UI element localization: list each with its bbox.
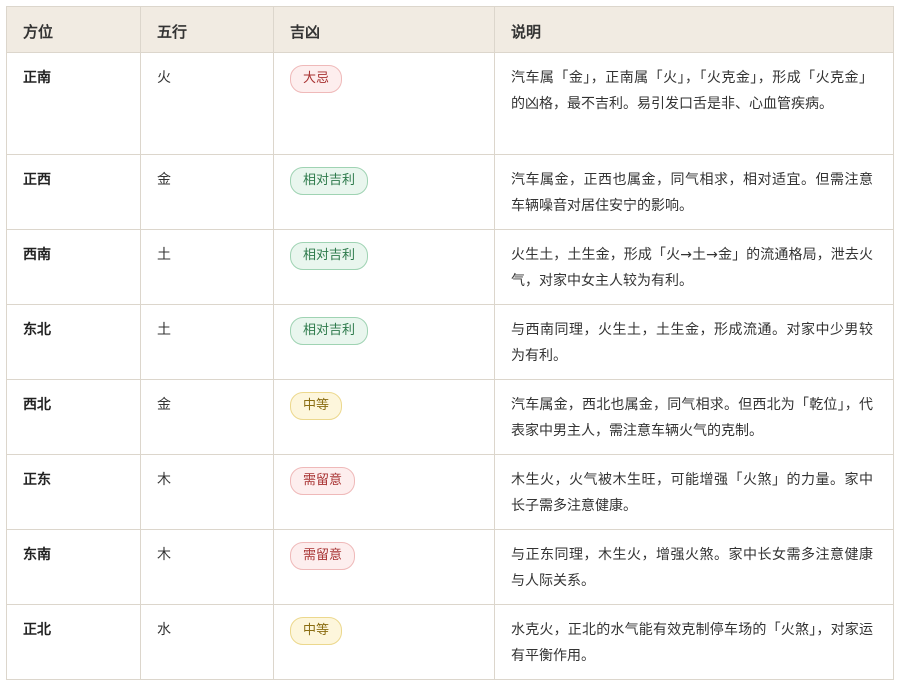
element-cell: 木 <box>140 454 274 530</box>
fortune-badge: 中等 <box>290 392 343 420</box>
element-cell: 金 <box>140 379 274 455</box>
element-cell: 火 <box>140 52 274 155</box>
fortune-badge: 相对吉利 <box>290 167 369 195</box>
table-row: 正北 水 中等 水克火，正北的水气能有效克制停车场的「火煞」，对家运有平衡作用。 <box>6 604 894 680</box>
description-cell: 汽车属「金」，正南属「火」，「火克金」，形成「火克金」的凶格，最不吉利。易引发口… <box>494 52 894 155</box>
direction-cell: 东北 <box>6 304 141 380</box>
direction-cell: 西南 <box>6 229 141 305</box>
table-row: 西南 土 相对吉利 火生土，土生金，形成「火→土→金」的流通格局，泄去火气，对家… <box>6 229 894 305</box>
fortune-cell: 相对吉利 <box>273 154 495 230</box>
table-row: 正南 火 大忌 汽车属「金」，正南属「火」，「火克金」，形成「火克金」的凶格，最… <box>6 52 894 155</box>
fortune-cell: 中等 <box>273 604 495 680</box>
header-direction: 方位 <box>6 6 141 53</box>
description-cell: 与正东同理，木生火，增强火煞。家中长女需多注意健康与人际关系。 <box>494 529 894 605</box>
fortune-badge: 相对吉利 <box>290 242 369 270</box>
table-row: 西北 金 中等 汽车属金，西北也属金，同气相求。但西北为「乾位」，代表家中男主人… <box>6 379 894 455</box>
description-cell: 水克火，正北的水气能有效克制停车场的「火煞」，对家运有平衡作用。 <box>494 604 894 680</box>
direction-cell: 正西 <box>6 154 141 230</box>
direction-fortune-table: 方位 五行 吉凶 说明 正南 火 大忌 汽车属「金」，正南属「火」，「火克金」，… <box>6 6 894 680</box>
table-row: 正东 木 需留意 木生火，火气被木生旺，可能增强「火煞」的力量。家中长子需多注意… <box>6 454 894 530</box>
direction-cell: 正南 <box>6 52 141 155</box>
element-cell: 水 <box>140 604 274 680</box>
fortune-cell: 需留意 <box>273 529 495 605</box>
element-cell: 金 <box>140 154 274 230</box>
table-row: 正西 金 相对吉利 汽车属金，正西也属金，同气相求，相对适宜。但需注意车辆噪音对… <box>6 154 894 230</box>
fortune-cell: 中等 <box>273 379 495 455</box>
fortune-badge: 中等 <box>290 617 343 645</box>
fortune-badge: 需留意 <box>290 542 356 570</box>
header-element: 五行 <box>140 6 274 53</box>
fortune-badge: 大忌 <box>290 65 343 93</box>
fortune-badge: 需留意 <box>290 467 356 495</box>
description-cell: 木生火，火气被木生旺，可能增强「火煞」的力量。家中长子需多注意健康。 <box>494 454 894 530</box>
element-cell: 土 <box>140 304 274 380</box>
content-wrapper: 方位 五行 吉凶 说明 正南 火 大忌 汽车属「金」，正南属「火」，「火克金」，… <box>6 6 894 680</box>
header-fortune: 吉凶 <box>273 6 495 53</box>
header-description: 说明 <box>494 6 894 53</box>
table-row: 东南 木 需留意 与正东同理，木生火，增强火煞。家中长女需多注意健康与人际关系。 <box>6 529 894 605</box>
direction-cell: 西北 <box>6 379 141 455</box>
table-header: 方位 五行 吉凶 说明 <box>6 6 894 53</box>
description-cell: 与西南同理，火生土，土生金，形成流通。对家中少男较为有利。 <box>494 304 894 380</box>
fortune-cell: 需留意 <box>273 454 495 530</box>
element-cell: 土 <box>140 229 274 305</box>
description-cell: 汽车属金，正西也属金，同气相求，相对适宜。但需注意车辆噪音对居住安宁的影响。 <box>494 154 894 230</box>
direction-cell: 正北 <box>6 604 141 680</box>
table-body: 正南 火 大忌 汽车属「金」，正南属「火」，「火克金」，形成「火克金」的凶格，最… <box>6 52 894 680</box>
direction-cell: 东南 <box>6 529 141 605</box>
fortune-cell: 相对吉利 <box>273 229 495 305</box>
element-cell: 木 <box>140 529 274 605</box>
fortune-badge: 相对吉利 <box>290 317 369 345</box>
description-cell: 汽车属金，西北也属金，同气相求。但西北为「乾位」，代表家中男主人，需注意车辆火气… <box>494 379 894 455</box>
fortune-cell: 大忌 <box>273 52 495 155</box>
description-cell: 火生土，土生金，形成「火→土→金」的流通格局，泄去火气，对家中女主人较为有利。 <box>494 229 894 305</box>
table-row: 东北 土 相对吉利 与西南同理，火生土，土生金，形成流通。对家中少男较为有利。 <box>6 304 894 380</box>
fortune-cell: 相对吉利 <box>273 304 495 380</box>
direction-cell: 正东 <box>6 454 141 530</box>
header-row: 方位 五行 吉凶 说明 <box>6 6 894 53</box>
